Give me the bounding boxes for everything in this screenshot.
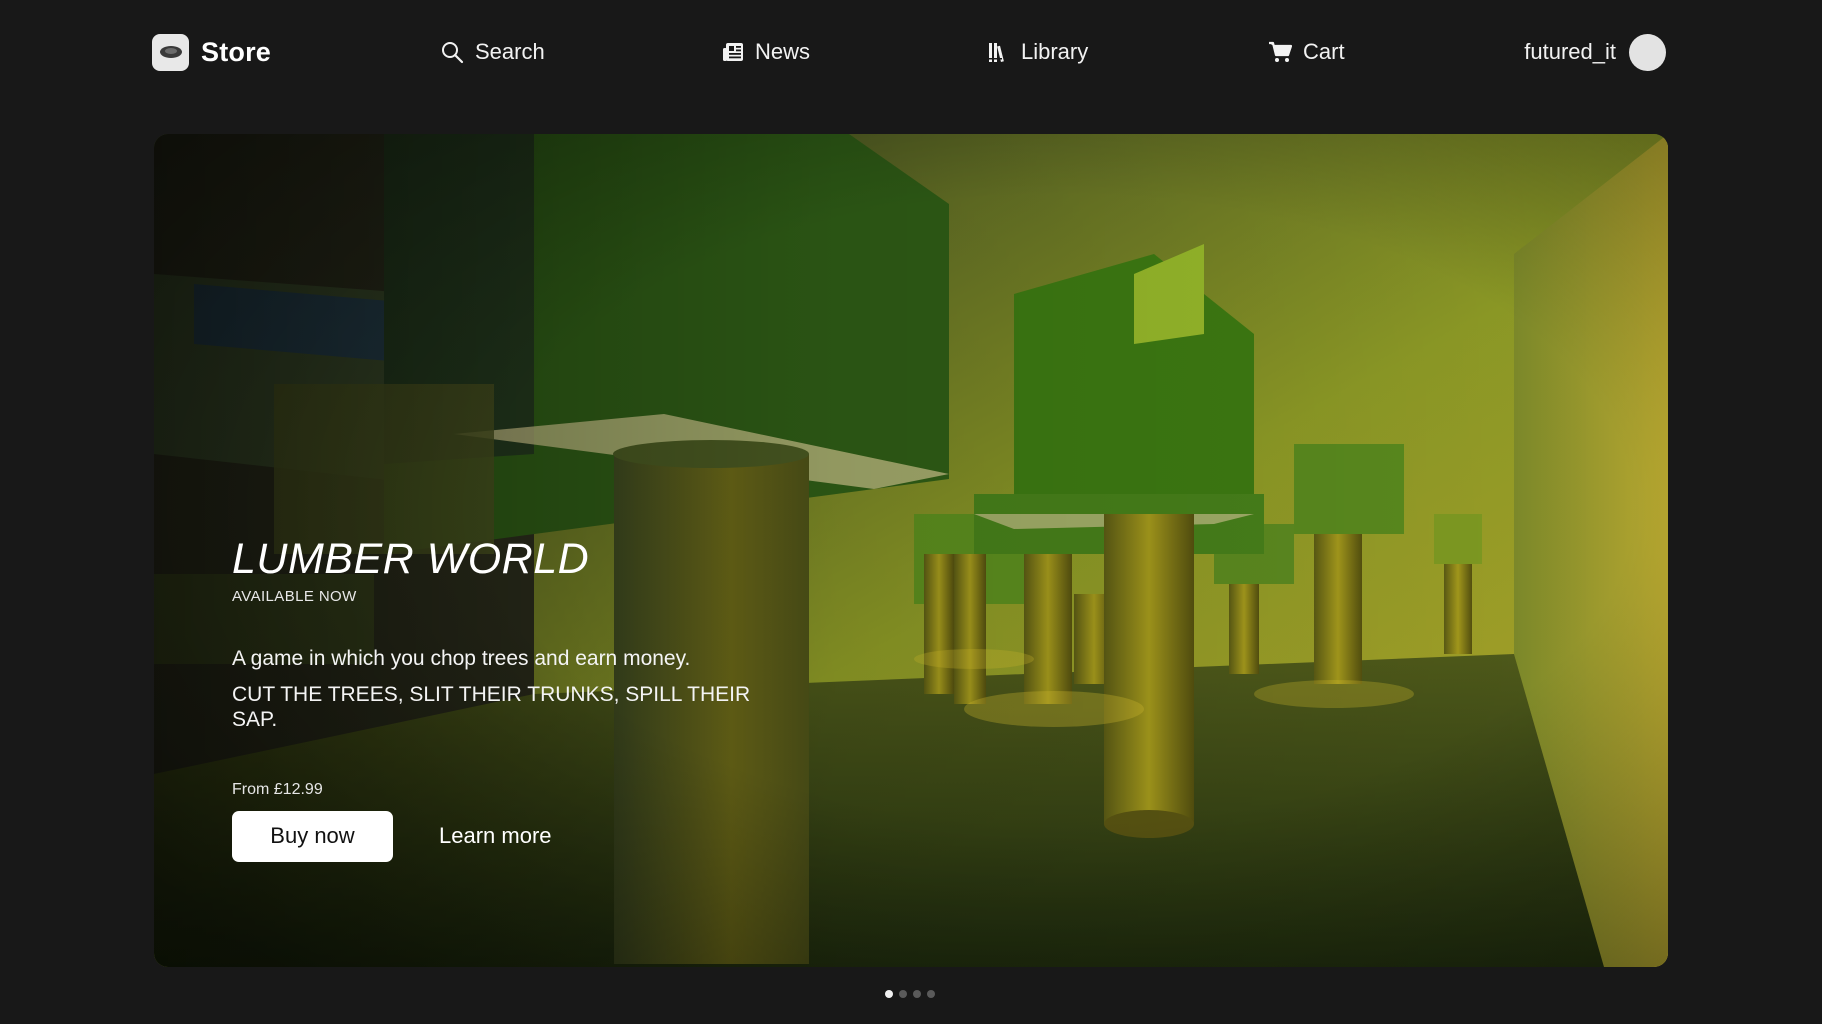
nav-library-label: Library (1021, 39, 1089, 64)
user-account-menu[interactable]: futured_it (1524, 33, 1666, 71)
library-icon (989, 43, 1004, 63)
cart-icon (1269, 41, 1292, 62)
price-label: From £12.99 (232, 780, 323, 798)
availability-label: AVAILABLE NOW (232, 587, 357, 605)
nav-cart-label: Cart (1303, 39, 1345, 64)
carousel-pagination (885, 990, 935, 998)
nav-news-label: News (755, 39, 811, 64)
nav-search-label: Search (475, 39, 545, 64)
game-tagline: CUT THE TREES, SLIT THEIR TRUNKS, SPILL … (232, 683, 751, 732)
hero-content: LUMBER WORLD AVAILABLE NOW A game in whi… (232, 534, 752, 862)
search-icon (442, 42, 464, 64)
brand-label: Store (201, 36, 272, 67)
carousel-dot-1[interactable] (885, 990, 893, 998)
nav-search[interactable]: Search (440, 33, 545, 71)
game-title: LUMBER WORLD (232, 535, 590, 583)
featured-game-banner[interactable]: LUMBER WORLD AVAILABLE NOW A game in whi… (154, 134, 1668, 967)
carousel-dot-3[interactable] (913, 990, 921, 998)
nav-cart[interactable]: Cart (1268, 33, 1345, 71)
username: futured_it (1524, 39, 1616, 64)
game-description: A game in which you chop trees and earn … (232, 646, 691, 670)
learn-more-button[interactable]: Learn more (433, 811, 558, 862)
newspaper-icon (723, 43, 743, 61)
hero-actions: Buy now Learn more (232, 810, 752, 862)
nav-library[interactable]: Library (988, 33, 1088, 71)
buy-now-button[interactable]: Buy now (232, 810, 393, 862)
carousel-dot-2[interactable] (899, 990, 907, 998)
avatar (1629, 33, 1666, 71)
store-logo-icon (152, 33, 189, 71)
store-home-link[interactable]: Store (152, 33, 271, 71)
carousel-dot-4[interactable] (927, 990, 935, 998)
nav-news[interactable]: News (722, 33, 810, 71)
top-navigation-bar: Store Search News Library Cart futured_i… (0, 0, 1822, 104)
